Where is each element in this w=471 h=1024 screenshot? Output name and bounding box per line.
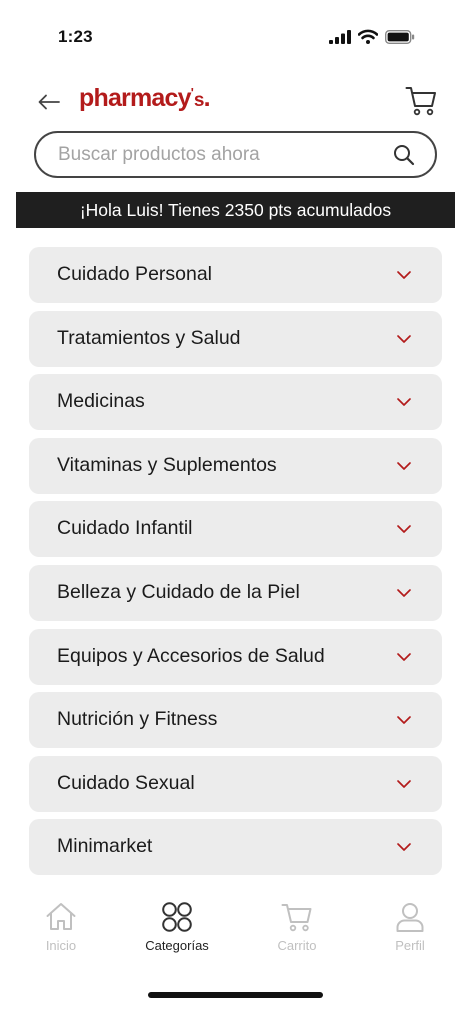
home-icon <box>46 903 76 930</box>
category-label: Belleza y Cuidado de la Piel <box>57 580 300 603</box>
category-label: Equipos y Accesorios de Salud <box>57 644 325 667</box>
profile-icon <box>396 903 424 932</box>
tab-carrito[interactable]: Carrito <box>252 900 342 964</box>
search-input[interactable]: Buscar productos ahora <box>58 144 260 166</box>
header-cart-button[interactable] <box>405 86 437 116</box>
back-arrow-icon <box>38 94 60 110</box>
logo-text-s: s <box>193 90 205 111</box>
chevron-down-icon <box>397 779 411 788</box>
tab-inicio[interactable]: Inicio <box>16 900 106 964</box>
category-label: Tratamientos y Salud <box>57 326 241 349</box>
status-bar: 1:23 <box>0 0 471 76</box>
categories-icon <box>162 902 192 932</box>
points-banner: ¡Hola Luis! Tienes 2350 pts acumulados <box>16 192 455 228</box>
category-label: Minimarket <box>57 835 153 858</box>
battery-icon <box>385 29 415 44</box>
category-item[interactable]: Nutrición y Fitness <box>29 692 442 749</box>
category-list: Cuidado Personal Tratamientos y Salud Me… <box>29 247 442 883</box>
wifi-icon <box>358 29 378 44</box>
category-item[interactable]: Cuidado Personal <box>29 247 442 303</box>
chevron-down-icon <box>397 843 411 852</box>
category-label: Vitaminas y Suplementos <box>57 453 277 476</box>
category-label: Nutrición y Fitness <box>57 708 218 731</box>
tab-label: Categorías <box>145 938 209 953</box>
tab-label: Perfil <box>395 938 425 953</box>
chevron-down-icon <box>397 589 411 597</box>
category-item[interactable]: Medicinas <box>29 374 442 431</box>
status-time: 1:23 <box>58 27 93 46</box>
chevron-down-icon <box>397 334 411 343</box>
category-item[interactable]: Vitaminas y Suplementos <box>29 437 442 494</box>
app-header: pharmacy's. <box>0 80 471 122</box>
category-item[interactable]: Cuidado Sexual <box>29 755 442 812</box>
chevron-down-icon <box>397 525 411 534</box>
chevron-down-icon <box>397 271 411 279</box>
tab-label: Inicio <box>45 938 77 953</box>
back-button[interactable] <box>36 90 62 114</box>
signal-icon <box>329 29 351 44</box>
category-item[interactable]: Belleza y Cuidado de la Piel <box>29 564 442 621</box>
points-banner-text: ¡Hola Luis! Tienes 2350 pts acumulados <box>79 199 392 220</box>
chevron-down-icon <box>397 398 411 407</box>
category-label: Cuidado Personal <box>57 263 213 285</box>
category-label: Cuidado Infantil <box>57 517 193 540</box>
cart-icon <box>281 904 312 932</box>
tab-categorias[interactable]: Categorías <box>132 900 222 964</box>
logo-text-main: pharmacy <box>79 84 192 112</box>
tab-label: Carrito <box>277 938 317 953</box>
home-indicator <box>148 992 323 998</box>
category-item[interactable]: Tratamientos y Salud <box>29 310 442 367</box>
category-item[interactable]: Cuidado Infantil <box>29 501 442 558</box>
category-label: Medicinas <box>57 390 145 413</box>
category-label: Cuidado Sexual <box>57 771 195 794</box>
search-bar[interactable]: Buscar productos ahora <box>34 131 437 178</box>
bottom-tab-bar: Inicio Categorías Carrito Perfil <box>0 900 471 970</box>
chevron-down-icon <box>397 461 411 470</box>
status-icons <box>329 29 415 44</box>
chevron-down-icon <box>397 652 411 661</box>
logo-dot: . <box>203 84 211 112</box>
category-item[interactable]: Minimarket <box>29 819 442 876</box>
search-icon[interactable] <box>393 144 415 166</box>
tab-perfil[interactable]: Perfil <box>365 900 455 964</box>
cart-icon <box>405 87 436 116</box>
category-item[interactable]: Equipos y Accesorios de Salud <box>29 628 442 685</box>
chevron-down-icon <box>397 716 411 725</box>
brand-logo: pharmacy's. <box>79 84 211 113</box>
